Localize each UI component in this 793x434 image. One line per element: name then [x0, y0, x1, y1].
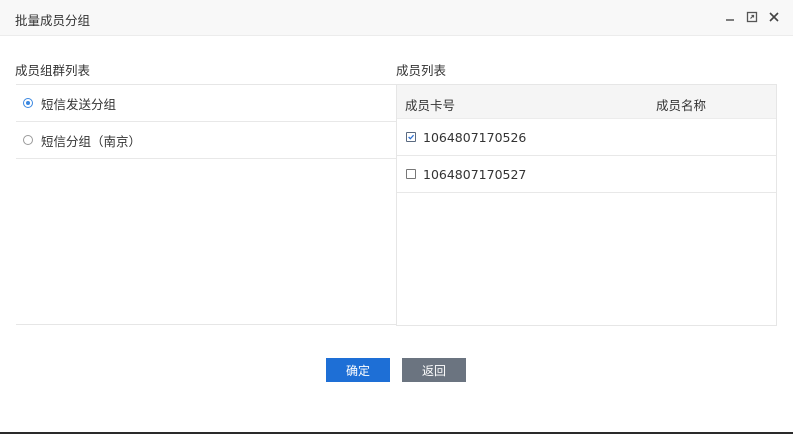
- window-controls: [723, 10, 781, 24]
- card-number: 1064807170527: [423, 167, 527, 182]
- radio-selected[interactable]: [23, 98, 33, 108]
- confirm-button[interactable]: 确定: [326, 358, 390, 382]
- card-number: 1064807170526: [423, 130, 527, 145]
- minimize-icon[interactable]: [723, 10, 737, 24]
- group-list: 短信发送分组 短信分组（南京）: [16, 84, 396, 325]
- row-checkbox-checked[interactable]: [406, 132, 416, 142]
- group-item[interactable]: 短信发送分组: [16, 85, 396, 122]
- table-row[interactable]: 1064807170527: [397, 156, 776, 193]
- back-button[interactable]: 返回: [402, 358, 466, 382]
- group-item[interactable]: 短信分组（南京）: [16, 122, 396, 159]
- radio-unselected[interactable]: [23, 135, 33, 145]
- column-header-name: 成员名称: [656, 98, 707, 113]
- maximize-icon[interactable]: [745, 10, 759, 24]
- group-item-label: 短信发送分组: [41, 96, 117, 112]
- member-list-label: 成员列表: [396, 63, 447, 78]
- member-table-header: 成员卡号 成员名称: [397, 85, 776, 119]
- row-checkbox[interactable]: [406, 169, 416, 179]
- column-header-card: 成员卡号: [405, 98, 456, 113]
- dialog-title: 批量成员分组: [15, 13, 91, 28]
- close-icon[interactable]: [767, 10, 781, 24]
- group-item-label: 短信分组（南京）: [41, 133, 142, 149]
- dialog-titlebar: 批量成员分组: [0, 0, 793, 36]
- table-row[interactable]: 1064807170526: [397, 119, 776, 156]
- member-table: 成员卡号 成员名称 1064807170526 1064807170527: [396, 84, 777, 326]
- group-list-label: 成员组群列表: [15, 63, 91, 78]
